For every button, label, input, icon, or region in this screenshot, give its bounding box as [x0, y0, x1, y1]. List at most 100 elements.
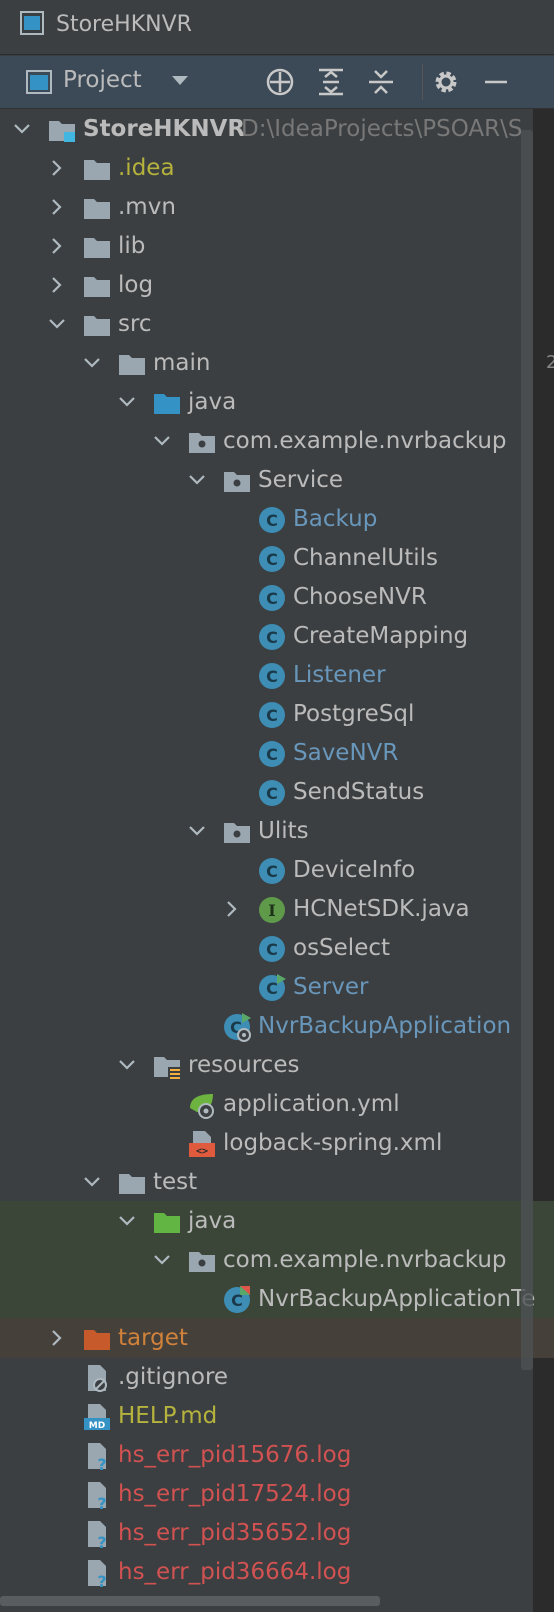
chevron-down-icon[interactable]	[82, 353, 102, 373]
tree-node-label: NvrBackupApplicationTe	[258, 1286, 536, 1312]
package-icon	[222, 466, 252, 496]
tree-node-label: com.example.nvrbackup	[223, 428, 507, 454]
tree-node[interactable]: CosSelect	[0, 928, 554, 968]
tree-node[interactable]: StoreHKNVR D:\IdeaProjects\PSOAR\S	[0, 109, 554, 149]
tree-node[interactable]: ? hs_err_pid17524.log	[0, 1474, 554, 1514]
expand-all-icon[interactable]	[315, 66, 347, 98]
chevron-right-icon[interactable]	[47, 158, 67, 178]
chevron-down-icon[interactable]	[82, 1172, 102, 1192]
window-title: StoreHKNVR	[56, 12, 192, 37]
tree-node-label: logback-spring.xml	[223, 1130, 443, 1156]
tree-node[interactable]: C CreateMapping	[0, 616, 554, 656]
tree-node[interactable]: C DeviceInfo	[0, 850, 554, 890]
tree-node[interactable]: C Listener	[0, 655, 554, 695]
chevron-down-icon[interactable]	[152, 1250, 172, 1270]
tree-node[interactable]: Service	[0, 460, 554, 500]
chevron-down-icon[interactable]	[47, 314, 67, 334]
tree-node[interactable]: C Backup	[0, 499, 554, 539]
tree-node-label: SaveNVR	[293, 740, 399, 766]
vertical-scrollbar[interactable]	[521, 130, 533, 1370]
tree-node-label: osSelect	[293, 935, 391, 961]
tree-node[interactable]: test	[0, 1162, 554, 1202]
tree-node-label: java	[188, 1208, 237, 1234]
horizontal-scrollbar[interactable]	[0, 1596, 380, 1606]
tree-node[interactable]: resources	[0, 1045, 554, 1085]
view-selector-label[interactable]: Project	[63, 67, 142, 93]
tree-node[interactable]: com.example.nvrbackup	[0, 1240, 554, 1280]
tree-node[interactable]: com.example.nvrbackup	[0, 421, 554, 461]
tree-node-label: DeviceInfo	[293, 857, 416, 883]
chevron-down-icon[interactable]	[172, 76, 188, 86]
package-icon	[222, 817, 252, 847]
tree-node-label: target	[118, 1325, 188, 1351]
tree-node-label: CreateMapping	[293, 623, 469, 649]
minimize-icon[interactable]	[480, 66, 512, 98]
tree-node-label: main	[153, 350, 211, 376]
chevron-down-icon[interactable]	[117, 1211, 137, 1231]
tree-node[interactable]: log	[0, 265, 554, 305]
chevron-right-icon[interactable]	[222, 899, 242, 919]
folder-icon	[82, 310, 112, 340]
tree-node[interactable]: Ulits	[0, 811, 554, 851]
collapse-all-icon[interactable]	[365, 66, 397, 98]
tree-node[interactable]: C ChannelUtils	[0, 538, 554, 578]
tree-node-label: log	[118, 272, 154, 298]
tree-node[interactable]: .mvn	[0, 187, 554, 227]
tree-node-label: com.example.nvrbackup	[223, 1247, 507, 1273]
tree-node-label: HELP.md	[118, 1403, 218, 1429]
tree-node[interactable]: C SendStatus	[0, 772, 554, 812]
tree-node[interactable]: C SaveNVR	[0, 733, 554, 773]
tree-node[interactable]: C NvrBackupApplication	[0, 1006, 554, 1046]
unknown-file-icon: ?	[82, 1519, 112, 1552]
tree-node[interactable]: ? hs_err_pid36664.log	[0, 1552, 554, 1592]
chevron-right-icon[interactable]	[47, 236, 67, 256]
chevron-down-icon[interactable]	[117, 1055, 137, 1075]
tree-node-label: .mvn	[118, 194, 176, 220]
tree-node[interactable]: src	[0, 304, 554, 344]
tree-node[interactable]: C Server	[0, 967, 554, 1007]
tree-node[interactable]: java	[0, 1201, 554, 1241]
tree-node[interactable]: MD HELP.md	[0, 1396, 554, 1436]
tree-node[interactable]: target	[0, 1318, 554, 1358]
tree-node[interactable]: main	[0, 343, 554, 383]
tree-node[interactable]: application.yml	[0, 1084, 554, 1124]
class-icon: C	[257, 700, 287, 730]
project-path: D:\IdeaProjects\PSOAR\S	[241, 116, 523, 142]
chevron-right-icon[interactable]	[47, 1328, 67, 1348]
tree-node[interactable]: C PostgreSql	[0, 694, 554, 734]
chevron-down-icon[interactable]	[187, 821, 207, 841]
test-source-folder-icon	[152, 1207, 182, 1237]
locate-icon[interactable]	[264, 66, 296, 98]
tree-node[interactable]: java	[0, 382, 554, 422]
svg-text:C: C	[266, 589, 278, 608]
tree-node-label: hs_err_pid15676.log	[118, 1442, 352, 1468]
tree-node-label: .idea	[118, 155, 175, 181]
tree-node[interactable]: C NvrBackupApplicationTe	[0, 1279, 554, 1319]
title-bar: StoreHKNVR	[0, 0, 554, 55]
tree-node[interactable]: I HCNetSDK.java	[0, 889, 554, 929]
chevron-right-icon[interactable]	[47, 275, 67, 295]
tree-node[interactable]: .idea	[0, 148, 554, 188]
chevron-down-icon[interactable]	[117, 392, 137, 412]
chevron-down-icon[interactable]	[152, 431, 172, 451]
gear-icon[interactable]	[430, 66, 462, 98]
tree-node[interactable]: lib	[0, 226, 554, 266]
svg-text:C: C	[266, 706, 278, 725]
tree-node-label: hs_err_pid36664.log	[118, 1559, 352, 1585]
xml-file-icon: <>	[187, 1129, 217, 1159]
tree-node[interactable]: .gitignore	[0, 1357, 554, 1397]
chevron-down-icon[interactable]	[12, 119, 32, 139]
chevron-down-icon[interactable]	[187, 470, 207, 490]
tree-node[interactable]: ? hs_err_pid35652.log	[0, 1513, 554, 1553]
tree-node-label: SendStatus	[293, 779, 425, 805]
svg-text:I: I	[268, 901, 275, 920]
tree-node-label: PostgreSql	[293, 701, 415, 727]
project-view-icon	[26, 70, 52, 94]
svg-text:C: C	[266, 862, 278, 881]
tree-node[interactable]: C ChooseNVR	[0, 577, 554, 617]
window-icon	[20, 11, 44, 35]
tree-node[interactable]: ? hs_err_pid15676.log	[0, 1435, 554, 1475]
class-icon: C	[257, 544, 287, 574]
chevron-right-icon[interactable]	[47, 197, 67, 217]
tree-node[interactable]: <> logback-spring.xml	[0, 1123, 554, 1163]
